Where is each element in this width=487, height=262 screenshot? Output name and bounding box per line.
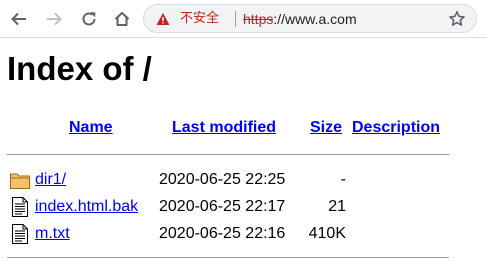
file-size: -	[340, 171, 346, 188]
modified-date: 2020-06-25 22:25	[159, 171, 286, 188]
sort-by-name-link[interactable]: Name	[69, 118, 113, 138]
reload-icon	[82, 12, 96, 26]
file-icon	[12, 224, 28, 244]
arrow-right-icon	[47, 12, 62, 26]
sort-by-modified-link[interactable]: Last modified	[172, 118, 276, 138]
page-title: Index of /	[7, 50, 152, 87]
url-scheme: https	[243, 11, 274, 27]
back-button[interactable]	[7, 7, 31, 31]
folder-icon	[10, 173, 30, 189]
header-divider	[7, 154, 449, 155]
file-size: 21	[328, 198, 346, 215]
modified-date: 2020-06-25 22:17	[159, 198, 286, 215]
footer-divider	[7, 257, 449, 258]
warning-triangle-icon	[156, 13, 170, 25]
forward-button[interactable]	[42, 7, 66, 31]
file-link[interactable]: index.html.bak	[35, 197, 138, 217]
address-bar[interactable]: 不安全 https://www.a.com	[143, 4, 477, 33]
file-link[interactable]: m.txt	[35, 224, 70, 244]
url-text[interactable]: https://www.a.com	[243, 10, 357, 28]
browser-toolbar: 不安全 https://www.a.com	[0, 0, 487, 38]
file-icon	[12, 197, 28, 217]
arrow-left-icon	[11, 12, 26, 26]
table-row: dir1/ 2020-06-25 22:25 -	[0, 167, 487, 193]
address-divider	[235, 11, 236, 27]
file-link[interactable]: dir1/	[35, 170, 66, 190]
insecure-label[interactable]: 不安全	[180, 10, 219, 28]
home-icon	[114, 12, 130, 26]
file-size: 410K	[308, 225, 346, 242]
table-row: m.txt 2020-06-25 22:16 410K	[0, 221, 487, 247]
url-host: ://www.a.com	[273, 11, 357, 27]
star-icon[interactable]	[448, 10, 466, 28]
home-button[interactable]	[110, 7, 134, 31]
sort-by-size-link[interactable]: Size	[310, 118, 342, 138]
modified-date: 2020-06-25 22:16	[159, 225, 286, 242]
sort-by-description-link[interactable]: Description	[352, 118, 440, 138]
reload-button[interactable]	[77, 7, 101, 31]
table-row: index.html.bak 2020-06-25 22:17 21	[0, 194, 487, 220]
